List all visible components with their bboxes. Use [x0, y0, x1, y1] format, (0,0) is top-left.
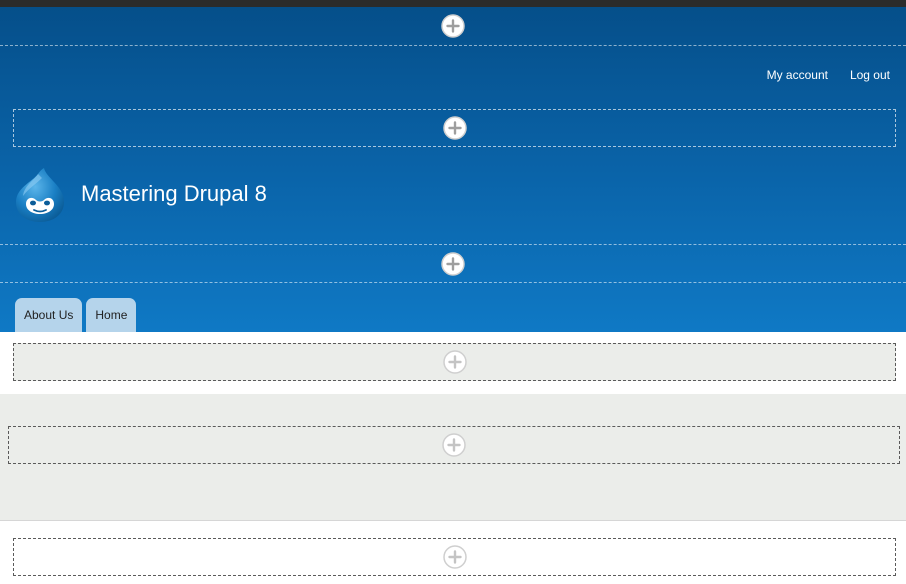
add-block-plus-icon[interactable] [441, 14, 465, 38]
region-featured-top [8, 426, 900, 464]
add-block-plus-icon[interactable] [441, 251, 465, 276]
region-header-secondary [13, 109, 896, 147]
log-out-link[interactable]: Log out [850, 68, 890, 82]
region-header-top [0, 7, 906, 46]
region-primary-menu-top [0, 244, 906, 283]
my-account-link[interactable]: My account [767, 68, 828, 82]
tab-about-us[interactable]: About Us [15, 298, 83, 332]
region-content-top [13, 538, 896, 576]
site-name-link[interactable]: Mastering Drupal 8 [81, 181, 267, 207]
top-toolbar-strip [0, 0, 906, 7]
secondary-menu: My account Log out [767, 68, 890, 82]
add-block-plus-icon[interactable] [442, 545, 467, 569]
primary-menu: About Us Home [15, 298, 137, 332]
drupal-drop-icon[interactable] [14, 166, 66, 222]
add-block-plus-icon[interactable] [442, 433, 466, 457]
add-block-plus-icon[interactable] [442, 116, 467, 140]
tab-home[interactable]: Home [86, 298, 137, 332]
add-block-plus-icon[interactable] [442, 350, 467, 374]
region-highlighted [13, 343, 896, 381]
site-branding: Mastering Drupal 8 [14, 166, 267, 222]
